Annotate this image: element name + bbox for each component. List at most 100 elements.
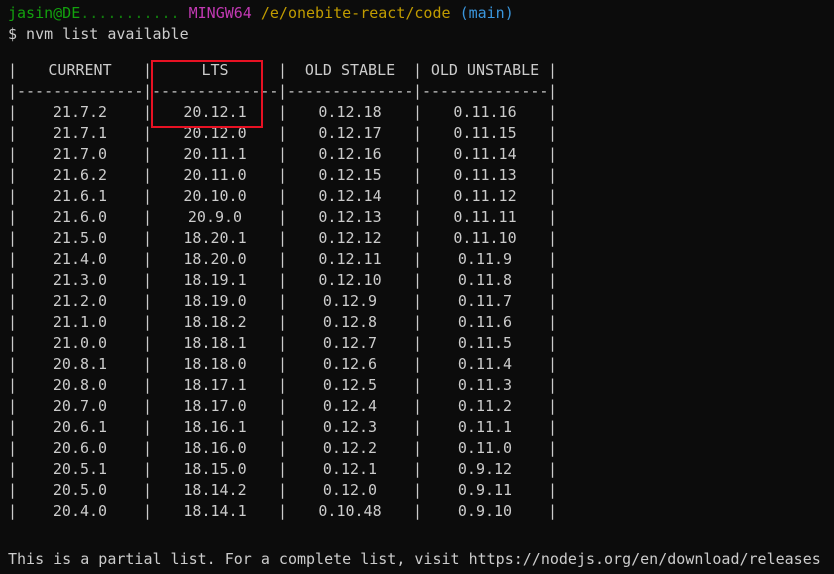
column-separator: | (8, 439, 18, 457)
cell-old-unstable: 0.11.1 (457, 418, 513, 436)
column-separator: | (8, 502, 18, 520)
column-separator: | (548, 355, 558, 373)
cell-old-unstable: 0.11.6 (457, 313, 513, 331)
cell-lts: 20.9.0 (187, 208, 243, 226)
table-row: | 20.5.1 | 18.15.0 | 0.12.1 | 0.9.12 | (8, 459, 834, 480)
cell-lts: 20.12.1 (183, 103, 247, 121)
table-row: | 21.6.0 | 20.9.0 | 0.12.13 | 0.11.11 | (8, 207, 834, 228)
header-old-stable: OLD STABLE (304, 61, 396, 79)
cell-lts: 20.12.0 (183, 124, 247, 142)
column-separator: | (278, 82, 288, 100)
column-separator: | (548, 103, 558, 121)
cell-old-unstable: 0.11.15 (453, 124, 517, 142)
cell-current: 21.4.0 (52, 250, 108, 268)
column-separator: | (413, 250, 423, 268)
column-separator: | (8, 103, 18, 121)
column-separator: | (143, 418, 153, 436)
column-separator: | (8, 271, 18, 289)
column-separator: | (548, 376, 558, 394)
table-row: | 21.3.0 | 18.19.1 | 0.12.10 | 0.11.8 | (8, 270, 834, 291)
table-row: | 21.4.0 | 18.20.0 | 0.12.11 | 0.11.9 | (8, 249, 834, 270)
cell-lts: 18.19.0 (183, 292, 247, 310)
column-separator: | (548, 292, 558, 310)
cell-old-stable: 0.12.17 (318, 124, 382, 142)
column-separator: | (413, 439, 423, 457)
column-separator: | (413, 502, 423, 520)
column-separator: | (8, 313, 18, 331)
cell-old-stable: 0.12.15 (318, 166, 382, 184)
cell-current: 21.6.0 (52, 208, 108, 226)
cell-lts: 18.14.2 (183, 481, 247, 499)
column-separator: | (143, 61, 153, 79)
column-separator: | (278, 418, 288, 436)
column-separator: | (8, 187, 18, 205)
column-separator: | (413, 82, 423, 100)
column-separator: | (278, 481, 288, 499)
table-row: | 20.6.0 | 18.16.0 | 0.12.2 | 0.11.0 | (8, 438, 834, 459)
table-row: | 21.1.0 | 18.18.2 | 0.12.8 | 0.11.6 | (8, 312, 834, 333)
cell-old-unstable: 0.9.11 (457, 481, 513, 499)
table-row: | 21.0.0 | 18.18.1 | 0.12.7 | 0.11.5 | (8, 333, 834, 354)
divider-lts: -------------- (152, 82, 278, 100)
cell-old-stable: 0.12.14 (318, 187, 382, 205)
cell-old-unstable: 0.11.10 (453, 229, 517, 247)
column-separator: | (278, 187, 288, 205)
cell-old-stable: 0.10.48 (318, 502, 382, 520)
column-separator: | (8, 292, 18, 310)
cell-current: 21.7.1 (52, 124, 108, 142)
column-separator: | (413, 376, 423, 394)
column-separator: | (278, 166, 288, 184)
column-separator: | (413, 166, 423, 184)
table-divider-row: | -------------- | -------------- | ----… (8, 81, 834, 102)
column-separator: | (278, 271, 288, 289)
cell-current: 20.4.0 (52, 502, 108, 520)
column-separator: | (143, 82, 153, 100)
column-separator: | (143, 166, 153, 184)
column-separator: | (548, 145, 558, 163)
column-separator: | (413, 418, 423, 436)
column-separator: | (143, 271, 153, 289)
cell-old-stable: 0.12.13 (318, 208, 382, 226)
column-separator: | (143, 229, 153, 247)
column-separator: | (8, 61, 18, 79)
table-header-row: | CURRENT | LTS | OLD STABLE | OLD UNSTA… (8, 60, 834, 81)
column-separator: | (413, 145, 423, 163)
column-separator: | (278, 145, 288, 163)
column-separator: | (8, 376, 18, 394)
column-separator: | (143, 397, 153, 415)
cell-old-unstable: 0.11.13 (453, 166, 517, 184)
column-separator: | (278, 229, 288, 247)
divider-current: -------------- (17, 82, 143, 100)
column-separator: | (278, 439, 288, 457)
cell-current: 21.3.0 (52, 271, 108, 289)
cell-old-stable: 0.12.9 (322, 292, 378, 310)
cell-current: 21.7.2 (52, 103, 108, 121)
cell-lts: 18.20.1 (183, 229, 247, 247)
cell-lts: 18.20.0 (183, 250, 247, 268)
cell-old-stable: 0.12.12 (318, 229, 382, 247)
cell-current: 21.7.0 (52, 145, 108, 163)
column-separator: | (278, 292, 288, 310)
table-row: | 21.6.2 | 20.11.0 | 0.12.15 | 0.11.13 | (8, 165, 834, 186)
column-separator: | (413, 460, 423, 478)
cell-old-stable: 0.12.2 (322, 439, 378, 457)
column-separator: | (413, 334, 423, 352)
table-row: | 21.7.0 | 20.11.1 | 0.12.16 | 0.11.14 | (8, 144, 834, 165)
column-separator: | (8, 460, 18, 478)
terminal-window[interactable]: jasin@DE........... MINGW64 /e/onebite-r… (8, 3, 834, 574)
column-separator: | (143, 439, 153, 457)
cell-current: 21.6.2 (52, 166, 108, 184)
cell-lts: 18.18.1 (183, 334, 247, 352)
table-row: | 21.5.0 | 18.20.1 | 0.12.12 | 0.11.10 | (8, 228, 834, 249)
column-separator: | (278, 397, 288, 415)
table-row: | 21.7.1 | 20.12.0 | 0.12.17 | 0.11.15 | (8, 123, 834, 144)
column-separator: | (548, 229, 558, 247)
shell-prompt: jasin@DE........... MINGW64 /e/onebite-r… (8, 3, 834, 24)
column-separator: | (548, 334, 558, 352)
prompt-host-obscured: ........... (80, 4, 180, 22)
cell-lts: 20.10.0 (183, 187, 247, 205)
cell-lts: 18.18.2 (183, 313, 247, 331)
column-separator: | (278, 61, 288, 79)
table-body: | 21.7.2 | 20.12.1 | 0.12.18 | 0.11.16 | | 21.7.1 |… (8, 102, 834, 522)
column-separator: | (278, 502, 288, 520)
